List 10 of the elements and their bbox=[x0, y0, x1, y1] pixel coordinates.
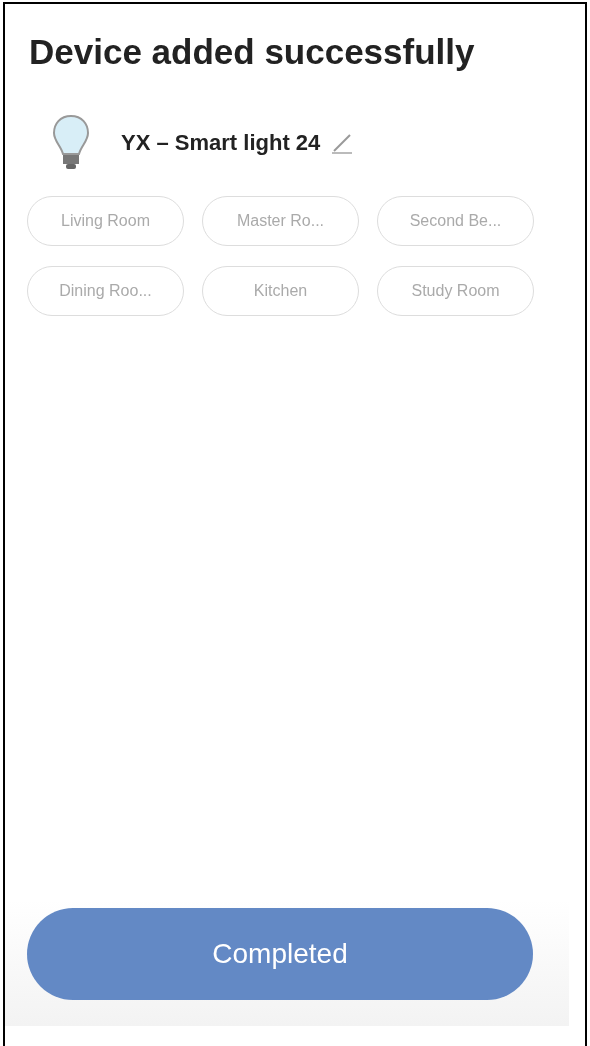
room-chip[interactable]: Kitchen bbox=[202, 265, 359, 316]
room-chip[interactable]: Study Room bbox=[377, 265, 534, 316]
room-chip[interactable]: Dining Roo... bbox=[27, 265, 184, 316]
page-title: Device added successfully bbox=[29, 31, 475, 73]
room-chip[interactable]: Living Room bbox=[27, 195, 184, 246]
device-name: YX – Smart light 24 bbox=[121, 129, 321, 158]
completed-button[interactable]: Completed bbox=[27, 908, 533, 1000]
room-chip[interactable]: Master Ro... bbox=[202, 195, 359, 246]
light-bulb-icon bbox=[51, 113, 91, 172]
room-chip[interactable]: Second Be... bbox=[377, 195, 534, 246]
